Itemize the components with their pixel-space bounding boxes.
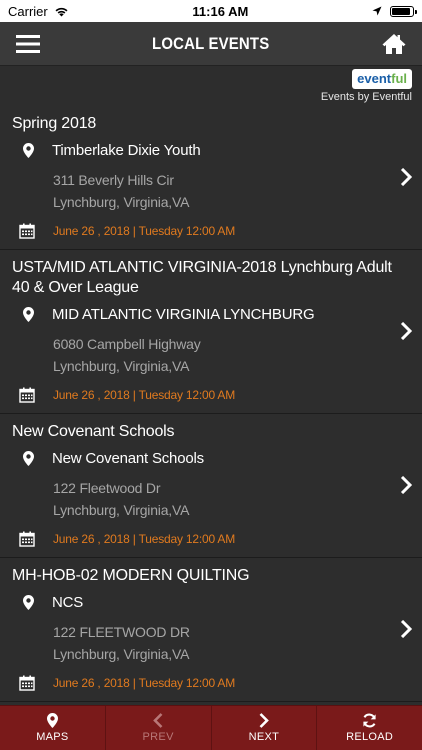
venue-name: NCS [52, 594, 84, 611]
map-pin-icon [12, 307, 42, 322]
nav-bar: LOCAL EVENTS [0, 22, 422, 66]
chevron-right-icon[interactable] [400, 475, 413, 499]
address-line-2: Lynchburg, Virginia,VA [53, 358, 190, 374]
chevron-right-icon[interactable] [400, 619, 413, 643]
home-icon [382, 33, 406, 54]
status-time: 11:16 AM [192, 3, 249, 19]
eventful-logo-part-a: event [357, 71, 392, 86]
battery-fill [392, 7, 410, 15]
menu-button[interactable] [14, 30, 42, 58]
event-title: MH-HOB-02 MODERN QUILTING [12, 567, 250, 584]
reload-icon [363, 713, 376, 728]
tab-prev[interactable]: PREV [106, 706, 212, 750]
chevron-right-icon[interactable] [400, 321, 413, 345]
address: 311 Beverly Hills Cir Lynchburg, Virgini… [53, 169, 410, 213]
event-date: June 26 , 2018 | Tuesday 12:00 AM [53, 532, 235, 546]
hamburger-menu-icon [16, 34, 40, 53]
address-line-1: 6080 Campbell Highway [53, 336, 201, 352]
venue-row: New Covenant Schools [12, 450, 410, 467]
chevron-right-icon [259, 713, 269, 728]
calendar-icon [12, 675, 42, 691]
event-title: New Covenant Schools [12, 423, 175, 440]
tab-next-label: NEXT [248, 731, 280, 743]
calendar-icon [12, 387, 42, 403]
map-pin-icon [46, 713, 58, 728]
address-line-2: Lynchburg, Virginia,VA [53, 502, 190, 518]
calendar-icon [12, 531, 42, 547]
event-title: Spring 2018 [12, 115, 97, 132]
tab-reload-label: RELOAD [346, 731, 394, 743]
eventful-logo[interactable]: eventful [352, 69, 412, 89]
address: 6080 Campbell Highway Lynchburg, Virgini… [53, 333, 410, 377]
chevron-left-icon [153, 713, 163, 728]
address-line-1: 311 Beverly Hills Cir [53, 172, 174, 188]
carrier-label: Carrier [8, 3, 48, 19]
venue-name: New Covenant Schools [52, 450, 204, 467]
event-item[interactable]: USTA/MID ATLANTIC VIRGINIA-2018 Lynchbur… [0, 250, 422, 414]
eventful-logo-part-b: ful [391, 71, 407, 86]
status-left: Carrier [8, 4, 69, 19]
event-title: USTA/MID ATLANTIC VIRGINIA-2018 Lynchbur… [12, 259, 392, 296]
event-item[interactable]: MH-HOB-02 MODERN QUILTING NCS 122 FLEETW… [0, 558, 422, 702]
page-title: LOCAL EVENTS [152, 33, 270, 53]
event-item[interactable]: Spring 2018 Timberlake Dixie Youth 311 B… [0, 106, 422, 250]
date-row: June 26 , 2018 | Tuesday 12:00 AM [12, 223, 410, 239]
calendar-icon [12, 223, 42, 239]
address-line-1: 122 FLEETWOOD DR [53, 624, 190, 640]
map-pin-icon [12, 595, 42, 610]
date-row: June 26 , 2018 | Tuesday 12:00 AM [12, 531, 410, 547]
map-pin-icon [12, 143, 42, 158]
date-row: June 26 , 2018 | Tuesday 12:00 AM [12, 675, 410, 691]
address: 122 FLEETWOOD DR Lynchburg, Virginia,VA [53, 621, 410, 665]
address: 122 Fleetwood Dr Lynchburg, Virginia,VA [53, 477, 410, 521]
map-pin-icon [12, 451, 42, 466]
venue-name: Timberlake Dixie Youth [52, 142, 201, 159]
address-line-2: Lynchburg, Virginia,VA [53, 646, 190, 662]
venue-row: NCS [12, 594, 410, 611]
event-list: Spring 2018 Timberlake Dixie Youth 311 B… [0, 106, 422, 705]
address-line-2: Lynchburg, Virginia,VA [53, 194, 190, 210]
tab-prev-label: PREV [142, 731, 174, 743]
eventful-brand: eventful Events by Eventful [0, 66, 422, 106]
tab-maps-label: MAPS [36, 731, 69, 743]
event-date: June 26 , 2018 | Tuesday 12:00 AM [53, 388, 235, 402]
tab-next[interactable]: NEXT [212, 706, 318, 750]
eventful-caption: Events by Eventful [320, 91, 412, 103]
bottom-tab-bar: MAPS PREV NEXT RELOAD [0, 705, 422, 750]
venue-row: MID ATLANTIC VIRGINIA LYNCHBURG [12, 306, 410, 323]
status-bar: Carrier 11:16 AM [0, 0, 422, 22]
event-date: June 26 , 2018 | Tuesday 12:00 AM [53, 676, 235, 690]
status-right [372, 5, 417, 17]
event-date: June 26 , 2018 | Tuesday 12:00 AM [53, 224, 235, 238]
venue-name: MID ATLANTIC VIRGINIA LYNCHBURG [52, 306, 315, 323]
chevron-right-icon[interactable] [400, 167, 413, 191]
tab-reload[interactable]: RELOAD [317, 706, 422, 750]
date-row: June 26 , 2018 | Tuesday 12:00 AM [12, 387, 410, 403]
venue-row: Timberlake Dixie Youth [12, 142, 410, 159]
tab-maps[interactable]: MAPS [0, 706, 106, 750]
wifi-icon [55, 7, 68, 16]
location-arrow-icon [372, 6, 382, 16]
address-line-1: 122 Fleetwood Dr [53, 480, 161, 496]
event-item[interactable]: New Covenant Schools New Covenant School… [0, 414, 422, 558]
home-button[interactable] [380, 30, 408, 58]
battery-icon [390, 5, 417, 17]
